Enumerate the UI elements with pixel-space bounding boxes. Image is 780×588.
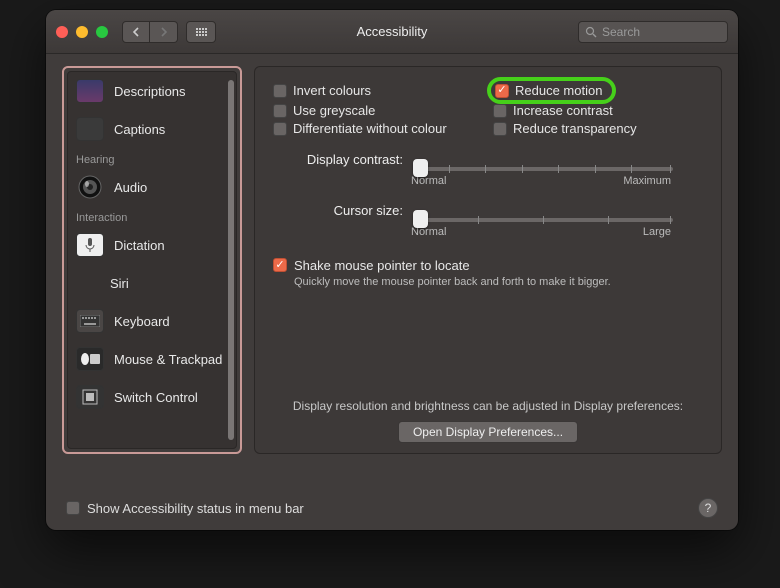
- sidebar-item-mouse-trackpad[interactable]: Mouse & Trackpad: [68, 340, 236, 378]
- slider-min-label: Normal: [411, 175, 446, 187]
- search-placeholder: Search: [602, 25, 640, 39]
- checkbox-reduce-transparency[interactable]: Reduce transparency: [493, 121, 703, 136]
- sidebar-item-label: Keyboard: [114, 314, 170, 329]
- window-bottom-row: Show Accessibility status in menu bar ?: [46, 498, 738, 530]
- sidebar-item-switch-control[interactable]: Switch Control: [68, 378, 236, 416]
- minimize-icon[interactable]: [76, 26, 88, 38]
- checkbox-icon: [493, 104, 507, 118]
- show-all-button[interactable]: [186, 21, 216, 43]
- keyboard-icon: [76, 309, 104, 333]
- display-contrast-slider[interactable]: [413, 159, 673, 163]
- checkbox-label: Use greyscale: [293, 103, 375, 118]
- slider-max-label: Maximum: [623, 175, 671, 187]
- sidebar-item-label: Captions: [114, 122, 165, 137]
- window-controls: [56, 26, 108, 38]
- sidebar-item-siri[interactable]: Siri: [68, 264, 236, 302]
- forward-button[interactable]: [150, 21, 178, 43]
- grid-icon: [196, 28, 207, 36]
- captions-icon: [76, 117, 104, 141]
- checkbox-increase-contrast[interactable]: Increase contrast: [493, 103, 703, 118]
- checkbox-icon: [273, 84, 287, 98]
- zoom-icon[interactable]: [96, 26, 108, 38]
- sidebar-item-keyboard[interactable]: Keyboard: [68, 302, 236, 340]
- checkbox-icon: [493, 122, 507, 136]
- sidebar-scrollbar[interactable]: [228, 80, 234, 440]
- checkbox-label: Reduce transparency: [513, 121, 637, 136]
- checkbox-invert-colours[interactable]: Invert colours: [273, 81, 493, 100]
- slider-thumb[interactable]: [413, 210, 428, 228]
- switch-control-icon: [76, 385, 104, 409]
- checkbox-grid: Invert colours Reduce motion Use greysca…: [273, 81, 703, 136]
- cursor-size-row: Cursor size: Normal Large: [273, 203, 703, 238]
- sidebar-item-dictation[interactable]: Dictation: [68, 226, 236, 264]
- mouse-trackpad-icon: [76, 347, 104, 371]
- checkbox-icon: [495, 84, 509, 98]
- slider-label: Cursor size:: [273, 203, 403, 218]
- checkbox-icon: [273, 104, 287, 118]
- checkbox-label: Differentiate without colour: [293, 121, 447, 136]
- shake-subtext: Quickly move the mouse pointer back and …: [294, 276, 611, 288]
- close-icon[interactable]: [56, 26, 68, 38]
- slider-thumb[interactable]: [413, 159, 428, 177]
- checkbox-reduce-motion[interactable]: Reduce motion: [495, 83, 602, 98]
- main-footer: Display resolution and brightness can be…: [255, 399, 721, 443]
- sidebar-item-label: Switch Control: [114, 390, 198, 405]
- footer-text: Display resolution and brightness can be…: [255, 399, 721, 413]
- sidebar-item-label: Dictation: [114, 238, 165, 253]
- checkbox-use-greyscale[interactable]: Use greyscale: [273, 103, 493, 118]
- checkbox-icon: [273, 122, 287, 136]
- slider-max-label: Large: [643, 226, 671, 238]
- accessibility-window: Accessibility Search Descriptions Captio…: [46, 10, 738, 530]
- cursor-size-slider[interactable]: [413, 210, 673, 214]
- checkbox-label: Shake mouse pointer to locate: [294, 258, 611, 273]
- sidebar-section-interaction: Interaction: [68, 206, 236, 226]
- titlebar: Accessibility Search: [46, 10, 738, 54]
- checkbox-label: Increase contrast: [513, 103, 613, 118]
- sidebar-item-captions[interactable]: Captions: [68, 110, 236, 148]
- sidebar-item-label: Descriptions: [114, 84, 186, 99]
- slider-label: Display contrast:: [273, 152, 403, 167]
- checkbox-label: Show Accessibility status in menu bar: [87, 501, 304, 516]
- checkbox-label: Reduce motion: [515, 83, 602, 98]
- sidebar-section-hearing: Hearing: [68, 148, 236, 168]
- help-button[interactable]: ?: [698, 498, 718, 518]
- checkbox-shake-pointer[interactable]: [273, 258, 287, 272]
- descriptions-icon: [76, 79, 104, 103]
- sidebar-item-label: Siri: [110, 276, 129, 291]
- checkbox-differentiate-colour[interactable]: Differentiate without colour: [273, 121, 493, 136]
- sidebar-highlight: Descriptions Captions Hearing Audio Inte…: [62, 66, 242, 454]
- sidebar-item-label: Mouse & Trackpad: [114, 352, 222, 367]
- reduce-motion-highlight: Reduce motion: [487, 77, 616, 104]
- slider-min-label: Normal: [411, 226, 446, 238]
- shake-pointer-row: Shake mouse pointer to locate Quickly mo…: [273, 258, 703, 288]
- open-display-prefs-button[interactable]: Open Display Preferences...: [398, 421, 578, 443]
- siri-icon: [76, 271, 100, 295]
- dictation-icon: [76, 233, 104, 257]
- sidebar: Descriptions Captions Hearing Audio Inte…: [67, 71, 237, 449]
- main-pane: Invert colours Reduce motion Use greysca…: [254, 66, 722, 454]
- search-icon: [585, 26, 597, 38]
- search-input[interactable]: Search: [578, 21, 728, 43]
- sidebar-item-descriptions[interactable]: Descriptions: [68, 72, 236, 110]
- nav-buttons: [122, 21, 178, 43]
- back-button[interactable]: [122, 21, 150, 43]
- checkbox-label: Invert colours: [293, 83, 371, 98]
- sidebar-item-label: Audio: [114, 180, 147, 195]
- sidebar-item-audio[interactable]: Audio: [68, 168, 236, 206]
- checkbox-show-status-menubar[interactable]: [66, 501, 80, 515]
- content: Descriptions Captions Hearing Audio Inte…: [46, 54, 738, 498]
- audio-icon: [76, 175, 104, 199]
- display-contrast-row: Display contrast: Normal Maximum: [273, 152, 703, 187]
